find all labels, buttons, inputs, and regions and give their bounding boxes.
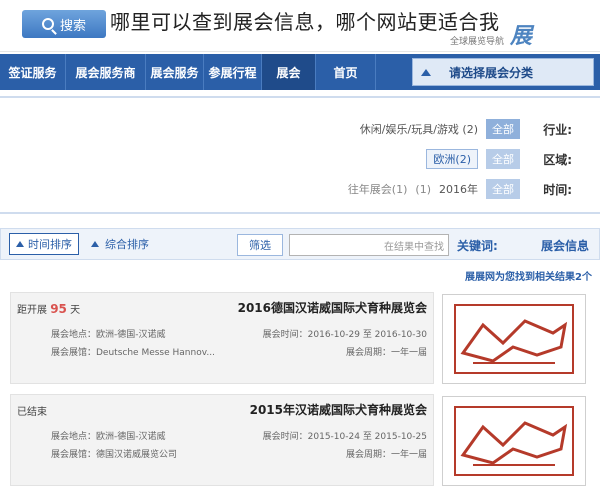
sort-by-time-button[interactable]: 时间排序 (9, 233, 79, 255)
filter-row-industry: 休闲/娱乐/玩具/游戏 (2) 全部 行业: (360, 118, 572, 140)
result-time: 展会时间：2016-10-29 至 2016-10-30 (262, 330, 427, 340)
result-info: 距开展 95 天 2016德国汉诺威国际犬育种展览会 展会时间：2016-10-… (10, 292, 434, 384)
result-card[interactable]: 距开展 95 天 2016德国汉诺威国际犬育种展览会 展会时间：2016-10-… (10, 292, 590, 388)
region-option-europe[interactable]: 欧洲(2) (426, 149, 478, 169)
sort-combined-label: 综合排序 (105, 238, 149, 251)
result-time: 展会时间：2015-10-24 至 2015-10-25 (262, 432, 427, 442)
region-label: 区域: (543, 152, 572, 167)
result-cycle: 展会周期：一年一届 (345, 450, 427, 460)
dog-logo-image (454, 304, 574, 374)
region-all-chip[interactable]: 全部 (486, 149, 520, 169)
category-selector[interactable]: 请选择展会分类 (412, 58, 594, 86)
result-location: 展会地点：欧洲-德国-汉诺威 (51, 330, 166, 340)
nav-item-trip[interactable]: 参展行程 (204, 54, 262, 90)
question-overlay: 哪里可以查到展会信息，哪个网站更适合我 (110, 10, 500, 34)
sort-by-time-label: 时间排序 (28, 238, 72, 251)
time-option-past[interactable]: 往年展会(1) (348, 181, 408, 197)
time-label: 时间: (543, 182, 572, 197)
time-option-count: (1) (415, 182, 431, 196)
nav-item-exhibition[interactable]: 展会 (262, 54, 316, 90)
industry-all-chip[interactable]: 全部 (486, 119, 520, 139)
dog-logo-image (454, 406, 574, 476)
result-venue: 展会展馆：Deutsche Messe Hannov... (51, 348, 215, 358)
result-thumbnail[interactable] (442, 396, 586, 486)
result-title[interactable]: 2016德国汉诺威国际犬育种展览会 (238, 299, 427, 316)
main-nav: 签证服务 展会服务商 展会服务 参展行程 展会 首页 请选择展会分类 (0, 54, 600, 90)
countdown-status: 距开展 95 天 (17, 301, 80, 316)
result-venue: 展会展馆：德国汉诺威展览公司 (51, 450, 178, 460)
result-cycle: 展会周期：一年一届 (345, 348, 427, 358)
arrow-up-icon (16, 241, 24, 247)
nav-item-home[interactable]: 首页 (316, 54, 376, 90)
filter-panel: 休闲/娱乐/玩具/游戏 (2) 全部 行业: 欧洲(2) 全部 区域: 往年展会… (0, 96, 600, 214)
section-title: 展会信息 (540, 239, 589, 253)
triangle-up-icon (421, 68, 431, 76)
nav-item-visa[interactable]: 签证服务 (0, 54, 66, 90)
industry-label: 行业: (543, 122, 572, 137)
search-button[interactable]: 搜索 (22, 10, 106, 38)
keyword-search-input[interactable]: 在结果中查找 (289, 234, 449, 256)
countdown-prefix: 距开展 (17, 305, 47, 316)
countdown-days: 95 (50, 302, 67, 316)
site-logo[interactable]: 展 (510, 18, 590, 49)
search-button-label: 搜索 (59, 18, 86, 34)
arrow-up-icon (91, 241, 99, 247)
ended-status: 已结束 (17, 407, 47, 418)
results-toolbar: 时间排序 综合排序 筛选 在结果中查找 关键词: 展会信息 (0, 228, 600, 260)
nav-item-exhibit-providers[interactable]: 展会服务商 (66, 54, 146, 90)
category-selector-label: 请选择展会分类 (449, 65, 534, 80)
logo-subtitle: 全球展览导航 (450, 37, 505, 47)
nav-item-exhibit-service[interactable]: 展会服务 (146, 54, 204, 90)
time-option-2016[interactable]: 2016年 (439, 181, 478, 197)
filter-row-region: 欧洲(2) 全部 区域: (426, 148, 572, 170)
result-info: 已结束 2015年汉诺威国际犬育种展览会 展会时间：2015-10-24 至 2… (10, 394, 434, 486)
keyword-label: 关键词: (457, 239, 498, 253)
result-thumbnail[interactable] (442, 294, 586, 384)
filter-row-time: 往年展会(1) (1) 2016年 全部 时间: (348, 178, 572, 200)
search-icon (41, 18, 54, 30)
result-count-note: 展展网为您找到相关结果2个 (465, 272, 592, 283)
filter-button[interactable]: 筛选 (237, 234, 283, 256)
sort-combined-button[interactable]: 综合排序 (91, 236, 149, 252)
result-location: 展会地点：欧洲-德国-汉诺威 (51, 432, 166, 442)
result-card[interactable]: 已结束 2015年汉诺威国际犬育种展览会 展会时间：2015-10-24 至 2… (10, 394, 590, 490)
result-title[interactable]: 2015年汉诺威国际犬育种展览会 (250, 401, 427, 418)
countdown-suffix: 天 (70, 305, 81, 316)
industry-options[interactable]: 休闲/娱乐/玩具/游戏 (2) (360, 121, 478, 137)
time-all-chip[interactable]: 全部 (486, 179, 520, 199)
